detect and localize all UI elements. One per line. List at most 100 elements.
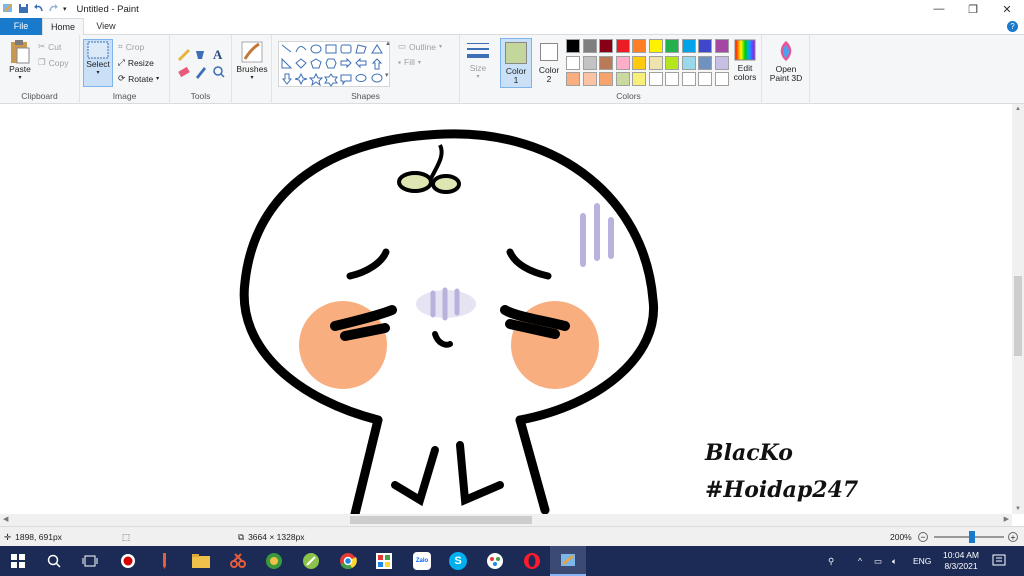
fill-button[interactable]: ▪ Fill ▾ bbox=[398, 57, 421, 67]
help-icon[interactable]: ? bbox=[1007, 21, 1018, 32]
palette-swatch[interactable] bbox=[714, 55, 729, 70]
magnifier-icon[interactable] bbox=[213, 66, 225, 78]
palette-swatch[interactable] bbox=[698, 55, 712, 70]
palette-swatch[interactable] bbox=[632, 72, 646, 86]
fill-bucket-icon[interactable] bbox=[196, 51, 204, 59]
crop-button[interactable]: ⌗ Crop bbox=[118, 41, 144, 52]
five-point-star-shape-icon[interactable] bbox=[308, 72, 324, 87]
color2-button[interactable]: Color 2 bbox=[536, 38, 562, 84]
battery-icon[interactable]: ▭ bbox=[874, 546, 882, 576]
green-app-icon[interactable] bbox=[293, 546, 329, 576]
palette-swatch[interactable] bbox=[632, 39, 646, 53]
palette-swatch[interactable] bbox=[582, 55, 597, 70]
vertical-scrollbar[interactable]: ▲ ▼ bbox=[1012, 104, 1024, 514]
opera-icon[interactable] bbox=[514, 546, 550, 576]
zoom-in-button[interactable]: + bbox=[1008, 527, 1018, 547]
diamond-shape-icon[interactable] bbox=[295, 58, 307, 69]
show-hidden-icons-icon[interactable]: ^ bbox=[858, 546, 862, 576]
scroll-down-icon[interactable]: ▼ bbox=[1015, 506, 1021, 512]
horizontal-scrollbar[interactable]: ◀ ▶ bbox=[0, 514, 1012, 526]
line-shape-icon[interactable] bbox=[281, 44, 292, 53]
zoom-out-button[interactable]: − bbox=[918, 527, 928, 547]
edit-colors-button[interactable]: Edit colors bbox=[732, 39, 758, 82]
tab-home[interactable]: Home bbox=[42, 18, 84, 36]
oval-shape-icon[interactable] bbox=[310, 44, 322, 54]
zoom-slider[interactable] bbox=[934, 527, 1004, 547]
polygon-shape-icon[interactable] bbox=[355, 44, 367, 54]
palette-swatch[interactable] bbox=[599, 72, 613, 86]
scroll-left-icon[interactable]: ◀ bbox=[3, 515, 8, 523]
palette-swatch[interactable] bbox=[566, 39, 580, 53]
volume-icon[interactable]: 🔈︎ bbox=[892, 546, 897, 576]
palette-swatch[interactable] bbox=[681, 55, 696, 70]
undo-icon[interactable] bbox=[33, 3, 44, 16]
people-icon[interactable]: ⚲ bbox=[828, 546, 834, 576]
windows-start-icon[interactable] bbox=[0, 546, 36, 576]
triangle-shape-icon[interactable] bbox=[371, 44, 383, 54]
snipping-tool-icon[interactable] bbox=[220, 546, 256, 576]
palette-swatch[interactable] bbox=[665, 72, 679, 86]
palette-swatch[interactable] bbox=[582, 72, 597, 86]
save-icon[interactable] bbox=[18, 3, 29, 16]
palette-swatch[interactable] bbox=[632, 55, 646, 70]
right-arrow-shape-icon[interactable] bbox=[340, 57, 352, 69]
close-button[interactable]: ✕ bbox=[990, 0, 1024, 18]
palette-swatch[interactable] bbox=[648, 55, 663, 70]
palette-swatch[interactable] bbox=[566, 72, 580, 86]
paint3d-taskbar-icon[interactable] bbox=[256, 546, 292, 576]
palette-swatch[interactable] bbox=[665, 55, 679, 70]
palette-swatch[interactable] bbox=[599, 39, 613, 53]
left-arrow-shape-icon[interactable] bbox=[355, 57, 367, 69]
six-point-star-shape-icon[interactable] bbox=[324, 73, 338, 87]
cut-button[interactable]: ✂ Cut bbox=[38, 41, 61, 52]
shapes-gallery[interactable] bbox=[278, 41, 390, 87]
paint-taskbar-icon[interactable] bbox=[550, 546, 586, 576]
customize-quick-access-icon[interactable]: ▾ bbox=[63, 5, 67, 13]
shapes-scroll-up-icon[interactable]: ▲ bbox=[385, 41, 391, 47]
search-icon[interactable] bbox=[36, 546, 72, 576]
palette-swatch[interactable] bbox=[681, 72, 696, 86]
scroll-up-icon[interactable]: ▲ bbox=[1015, 106, 1021, 112]
select-button[interactable]: Select ▾ bbox=[83, 39, 113, 87]
oval-callout-shape-icon[interactable] bbox=[355, 74, 367, 82]
palette-swatch[interactable] bbox=[665, 39, 679, 53]
zoom-slider-thumb[interactable] bbox=[969, 531, 976, 543]
shapes-more-icon[interactable]: ▾ bbox=[385, 71, 389, 79]
palette-swatch[interactable] bbox=[714, 39, 729, 53]
palette-swatch[interactable] bbox=[615, 72, 630, 86]
vertical-scroll-thumb[interactable] bbox=[1014, 276, 1022, 356]
palette-swatch[interactable] bbox=[566, 55, 580, 70]
palette-swatch[interactable] bbox=[648, 72, 663, 86]
tab-view[interactable]: View bbox=[86, 18, 126, 35]
drawing-canvas[interactable]: BlacKo #Hoidap247 bbox=[0, 104, 1012, 514]
horizontal-scroll-thumb[interactable] bbox=[350, 516, 532, 524]
resize-button[interactable]: ⤢ Resize bbox=[118, 57, 154, 68]
palette-swatch[interactable] bbox=[698, 39, 712, 53]
palette-swatch[interactable] bbox=[698, 72, 712, 86]
hexagon-shape-icon[interactable] bbox=[325, 58, 337, 69]
zalo-icon[interactable]: Zalo bbox=[404, 546, 440, 576]
redo-icon[interactable] bbox=[48, 3, 59, 16]
palette-swatch[interactable] bbox=[681, 39, 696, 53]
four-point-star-shape-icon[interactable] bbox=[294, 72, 308, 86]
chrome-icon[interactable] bbox=[330, 546, 366, 576]
paint-app-icon[interactable] bbox=[2, 2, 14, 16]
copy-button[interactable]: ❐ Copy bbox=[38, 57, 68, 68]
palette-swatch[interactable] bbox=[615, 55, 630, 70]
palette-swatch[interactable] bbox=[648, 39, 663, 53]
record-icon[interactable] bbox=[110, 546, 146, 576]
language-indicator[interactable]: ENG bbox=[913, 546, 931, 576]
right-triangle-shape-icon[interactable] bbox=[281, 57, 293, 69]
palette-swatch[interactable] bbox=[615, 39, 630, 53]
canvas-area[interactable]: BlacKo #Hoidap247 bbox=[0, 104, 1012, 514]
minimize-button[interactable]: — bbox=[922, 0, 956, 18]
tab-file[interactable]: File bbox=[0, 18, 42, 35]
pencil-app-icon[interactable] bbox=[146, 546, 182, 576]
rectangle-shape-icon[interactable] bbox=[325, 44, 337, 54]
palette-swatch[interactable] bbox=[582, 39, 597, 53]
down-arrow-shape-icon[interactable] bbox=[281, 73, 293, 85]
outline-button[interactable]: ▭ Outline ▾ bbox=[398, 41, 442, 52]
scroll-right-icon[interactable]: ▶ bbox=[1004, 515, 1009, 523]
restore-button[interactable]: ❐ bbox=[956, 0, 990, 18]
notifications-icon[interactable] bbox=[992, 546, 1006, 576]
